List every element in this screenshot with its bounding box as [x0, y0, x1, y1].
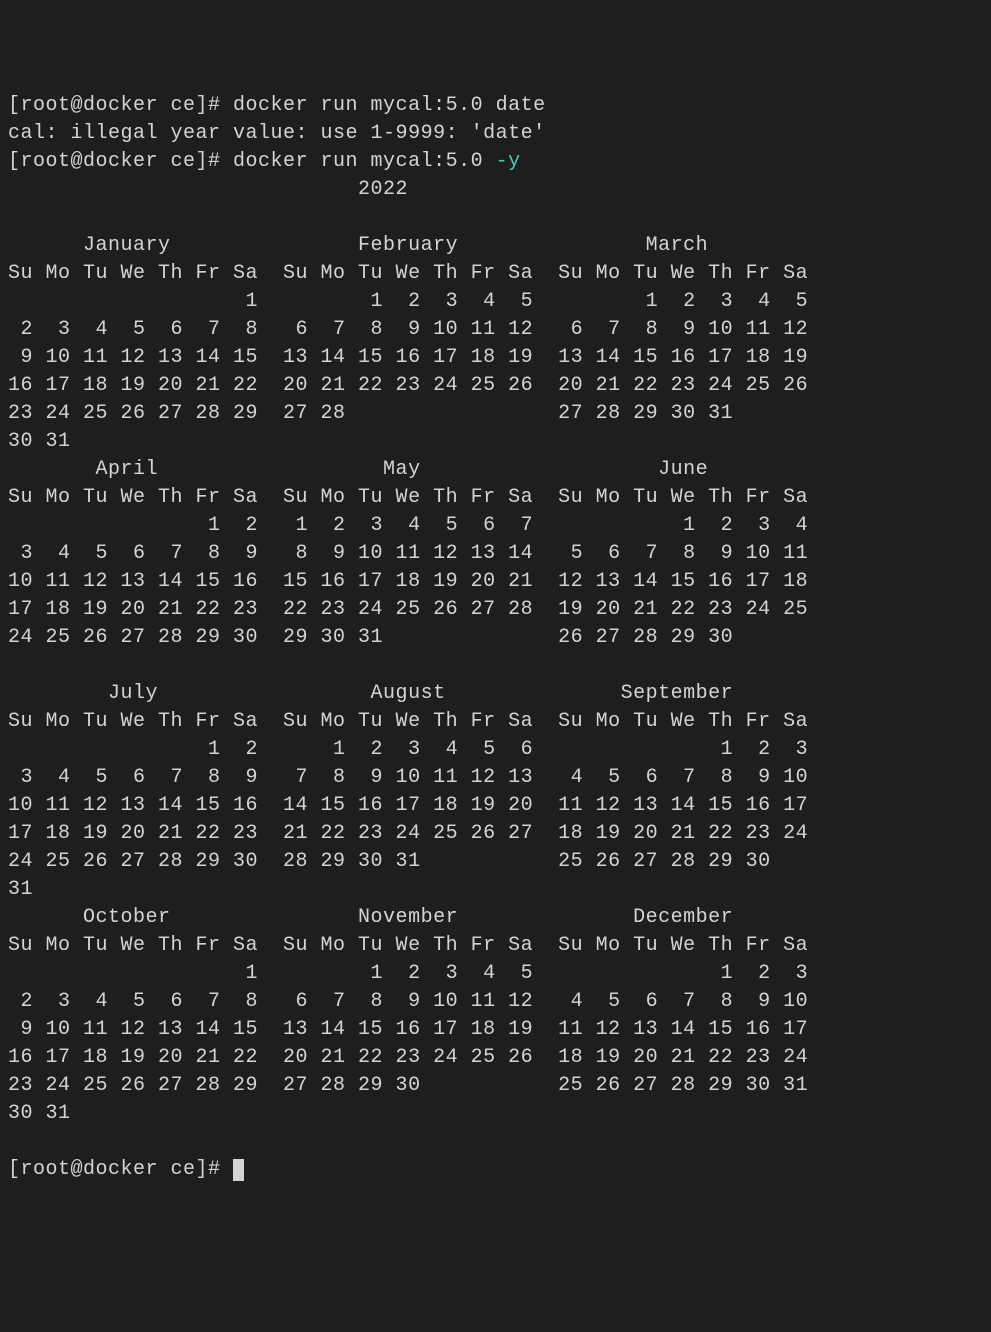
- terminal-text: [root@docker ce]# docker run mycal:5.0: [8, 150, 496, 173]
- terminal-text: [8, 654, 833, 677]
- terminal-text: 3 4 5 6 7 8 9 7 8 9 10 11 12 13 4 5 6 7 …: [8, 766, 833, 789]
- terminal-text: 9 10 11 12 13 14 15 13 14 15 16 17 18 19…: [8, 346, 833, 369]
- terminal-text: 16 17 18 19 20 21 22 20 21 22 23 24 25 2…: [8, 1046, 833, 1069]
- terminal-text: 17 18 19 20 21 22 23 21 22 23 24 25 26 2…: [8, 822, 833, 845]
- terminal-text: cal: illegal year value: use 1-9999: 'da…: [8, 122, 546, 145]
- terminal-text: 30 31: [8, 430, 833, 453]
- terminal-text: -y: [496, 150, 521, 173]
- terminal-text: 10 11 12 13 14 15 16 15 16 17 18 19 20 2…: [8, 570, 833, 593]
- terminal-text: 1 2 1 2 3 4 5 6 7 1 2 3 4: [8, 514, 833, 537]
- terminal-text: [root@docker ce]# docker run mycal:5.0 d…: [8, 94, 546, 117]
- terminal-text: 1 1 2 3 4 5 1 2 3 4 5: [8, 290, 833, 313]
- terminal-text: [root@docker ce]#: [8, 1158, 233, 1181]
- terminal-text: 16 17 18 19 20 21 22 20 21 22 23 24 25 2…: [8, 374, 833, 397]
- terminal-text: October November December: [8, 906, 833, 929]
- terminal-text: 23 24 25 26 27 28 29 27 28 29 30 25 26 2…: [8, 1074, 833, 1097]
- terminal-text: Su Mo Tu We Th Fr Sa Su Mo Tu We Th Fr S…: [8, 262, 833, 285]
- terminal-text: April May June: [8, 458, 833, 481]
- terminal-text: 23 24 25 26 27 28 29 27 28 27 28 29 30 3…: [8, 402, 833, 425]
- terminal-text: 24 25 26 27 28 29 30 29 30 31 26 27 28 2…: [8, 626, 833, 649]
- terminal-text: January February March: [8, 234, 833, 257]
- terminal-text: Su Mo Tu We Th Fr Sa Su Mo Tu We Th Fr S…: [8, 710, 833, 733]
- terminal-text: July August September: [8, 682, 833, 705]
- terminal-text: 9 10 11 12 13 14 15 13 14 15 16 17 18 19…: [8, 1018, 833, 1041]
- terminal-text: 2 3 4 5 6 7 8 6 7 8 9 10 11 12 6 7 8 9 1…: [8, 318, 833, 341]
- terminal-text: 1 1 2 3 4 5 1 2 3: [8, 962, 833, 985]
- terminal-output[interactable]: [root@docker ce]# docker run mycal:5.0 d…: [8, 92, 983, 1184]
- terminal-text: 24 25 26 27 28 29 30 28 29 30 31 25 26 2…: [8, 850, 833, 873]
- terminal-text: 31: [8, 878, 833, 901]
- terminal-text: 30 31: [8, 1102, 833, 1125]
- terminal-text: 2 3 4 5 6 7 8 6 7 8 9 10 11 12 4 5 6 7 8…: [8, 990, 833, 1013]
- terminal-text: 1 2 1 2 3 4 5 6 1 2 3: [8, 738, 833, 761]
- terminal-text: 10 11 12 13 14 15 16 14 15 16 17 18 19 2…: [8, 794, 833, 817]
- terminal-text: 2022: [8, 178, 408, 201]
- terminal-text: Su Mo Tu We Th Fr Sa Su Mo Tu We Th Fr S…: [8, 934, 833, 957]
- terminal-text: 17 18 19 20 21 22 23 22 23 24 25 26 27 2…: [8, 598, 833, 621]
- terminal-text: Su Mo Tu We Th Fr Sa Su Mo Tu We Th Fr S…: [8, 486, 833, 509]
- cursor: [233, 1159, 244, 1181]
- terminal-text: 3 4 5 6 7 8 9 8 9 10 11 12 13 14 5 6 7 8…: [8, 542, 833, 565]
